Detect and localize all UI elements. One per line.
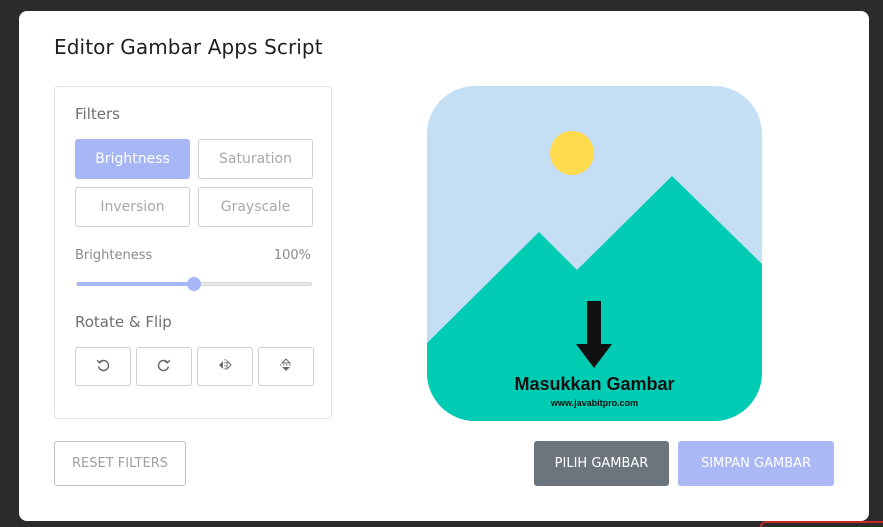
preview-url: www.javabitpro.com	[550, 398, 639, 408]
placeholder-image	[427, 86, 762, 421]
filter-saturation-button[interactable]: Saturation	[198, 139, 313, 179]
sun-icon	[550, 131, 594, 175]
rotate-flip-label: Rotate & Flip	[75, 313, 172, 331]
editor-card: Editor Gambar Apps Script Filters Bright…	[19, 11, 869, 521]
background-window-edge	[760, 521, 883, 527]
flip-vertical-icon	[278, 357, 294, 377]
filters-label: Filters	[75, 105, 120, 123]
rotate-right-button[interactable]	[136, 347, 192, 386]
save-image-button[interactable]: SIMPAN GAMBAR	[678, 441, 834, 486]
page-title: Editor Gambar Apps Script	[54, 35, 323, 59]
filter-inversion-button[interactable]: Inversion	[75, 187, 190, 227]
image-preview: Masukkan Gambar www.javabitpro.com	[427, 86, 762, 421]
controls-panel: Filters Brightness Saturation Inversion …	[54, 86, 332, 419]
slider-value: 100%	[273, 248, 311, 263]
rotate-right-icon	[156, 357, 172, 377]
slider-name: Brighteness	[75, 248, 153, 263]
flip-vertical-button[interactable]	[258, 347, 314, 386]
brightness-slider[interactable]	[76, 277, 312, 291]
slider-thumb[interactable]	[187, 277, 201, 291]
slider-fill	[77, 282, 194, 286]
choose-image-button[interactable]: PILIH GAMBAR	[534, 441, 669, 486]
filter-grayscale-button[interactable]: Grayscale	[198, 187, 313, 227]
filter-brightness-button[interactable]: Brightness	[75, 139, 190, 179]
flip-horizontal-button[interactable]	[197, 347, 253, 386]
rotate-left-icon	[95, 357, 111, 377]
reset-filters-button[interactable]: RESET FILTERS	[54, 441, 186, 486]
rotate-left-button[interactable]	[75, 347, 131, 386]
flip-horizontal-icon	[217, 357, 233, 377]
preview-heading: Masukkan Gambar	[514, 374, 675, 394]
